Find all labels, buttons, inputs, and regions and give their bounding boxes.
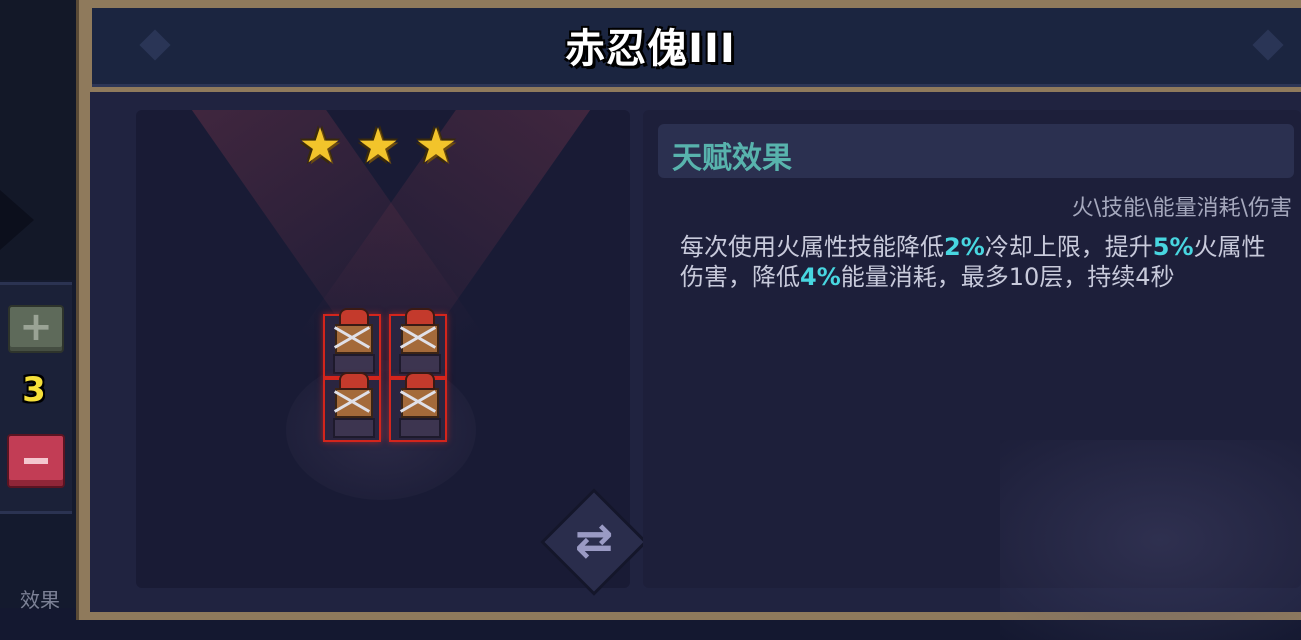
star-icon: ★ (298, 118, 342, 174)
swap-icon: ⇄ (574, 513, 614, 567)
minus-icon (24, 458, 48, 464)
ninja-puppet-unit (389, 372, 447, 442)
unit-formation (323, 300, 449, 442)
decorative-spike (0, 190, 34, 250)
page-title: 赤忍傀III (565, 26, 736, 72)
ninja-puppet-unit (323, 308, 381, 378)
talent-description: 每次使用火属性技能降低2%冷却上限，提升5%火属性伤害，降低4%能量消耗，最多1… (680, 233, 1266, 291)
star-rating: ★ ★ ★ (296, 122, 472, 174)
decrease-button[interactable] (7, 434, 65, 488)
ninja-puppet-unit (323, 372, 381, 442)
increase-button[interactable]: + (8, 305, 64, 353)
quantity-count: 3 (22, 370, 46, 410)
star-icon: ★ (356, 118, 400, 174)
effect-tab-label[interactable]: 效果 (20, 584, 60, 613)
star-icon: ★ (414, 118, 458, 174)
panel-glow (1000, 440, 1301, 640)
ninja-puppet-unit (389, 308, 447, 378)
talent-tags: 火\技能\能量消耗\伤害 (1071, 196, 1292, 221)
talent-header-label: 天赋效果 (672, 141, 792, 176)
plus-icon: + (19, 304, 53, 350)
